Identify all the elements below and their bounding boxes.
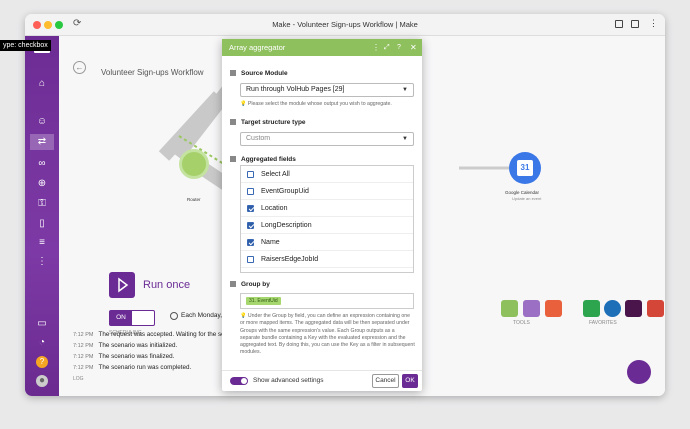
cancel-button[interactable]: Cancel [372, 374, 399, 388]
slack-icon[interactable] [625, 300, 642, 317]
log-label: LOG [73, 376, 84, 382]
more-icon[interactable]: ⋮ [36, 256, 48, 268]
lightbulb-icon: 💡 [240, 313, 247, 319]
log-row: 7:12 PM The request was accepted. Waiting… [73, 331, 236, 338]
team-icon[interactable]: ☺ [36, 116, 48, 128]
docs-icon[interactable]: ▭ [36, 318, 48, 330]
keys-icon[interactable]: ⚿ [36, 198, 48, 210]
checkbox-long-description[interactable] [247, 222, 254, 229]
group-by-label: Group by [230, 281, 270, 288]
title-bar: ⟳ Make - Volunteer Sign-ups Workflow | M… [25, 14, 665, 36]
text-parser-icon[interactable] [545, 300, 562, 317]
field-checkbox-row[interactable]: Name [241, 234, 413, 251]
chevron-down-icon: ▼ [402, 136, 408, 142]
favorites-label: FAVORITES [589, 320, 617, 326]
aggregated-fields-list: Select All EventGroupUid Location LongDe… [240, 165, 414, 273]
mapped-item-pill[interactable]: 31. EventUid [246, 297, 281, 305]
field-checkbox-row[interactable]: Select All [241, 166, 413, 183]
devices-icon[interactable]: ▯ [36, 218, 48, 230]
target-structure-label: Target structure type [230, 119, 306, 126]
more-menu-icon[interactable]: ⋮ [649, 18, 658, 29]
panel-more-icon[interactable]: ⋮ [372, 39, 380, 56]
log-panel: 7:12 PM The request was accepted. Waiting… [73, 329, 243, 382]
google-calendar-label: Google Calendar [505, 190, 540, 195]
router-node[interactable] [179, 149, 209, 179]
panel-close-icon[interactable]: ✕ [410, 39, 417, 56]
field-type-tooltip: ype: checkbox [0, 40, 51, 51]
ok-button[interactable]: OK [402, 374, 418, 388]
target-structure-select[interactable]: Custom ▼ [240, 132, 414, 146]
chat-help-button[interactable] [627, 360, 651, 384]
scenarios-icon[interactable]: ⇄ [30, 134, 54, 150]
checkbox-raisers-edge-job-id[interactable] [247, 256, 254, 263]
log-row: 7:12 PM The scenario was finalized. [73, 353, 175, 360]
field-checkbox-row[interactable]: RaisersEdgeJobId [241, 251, 413, 268]
field-checkbox-row[interactable]: EventGroupUid [241, 183, 413, 200]
connections-icon[interactable]: ∞ [36, 158, 48, 170]
advanced-settings-toggle[interactable] [230, 377, 248, 385]
avatar[interactable]: ● [36, 375, 48, 387]
help-icon[interactable]: ? [36, 356, 48, 368]
play-icon [118, 277, 129, 293]
panel-help-icon[interactable]: ? [397, 39, 401, 56]
field-checkbox-row[interactable]: Location [241, 200, 413, 217]
toggle-on-label: ON [110, 311, 132, 325]
window-title: Make - Volunteer Sign-ups Workflow | Mak… [272, 20, 418, 29]
volhub-icon[interactable] [604, 300, 621, 317]
home-icon[interactable]: ⌂ [36, 78, 48, 90]
gmail-icon[interactable] [647, 300, 664, 317]
group-by-hint: 💡 Under the Group by field, you can defi… [240, 313, 415, 356]
array-aggregator-panel: Array aggregator ⋮ ⤢ ? ✕ Source Module R… [222, 39, 422, 391]
group-by-input[interactable]: 31. EventUid [240, 293, 414, 309]
tools-label: TOOLS [513, 320, 530, 326]
data-stores-icon[interactable]: ≡ [36, 237, 48, 249]
google-calendar-node[interactable]: 31 [509, 152, 541, 184]
checkbox-location[interactable] [247, 205, 254, 212]
run-once-label: Run once [143, 279, 191, 291]
checkbox-select-all[interactable] [247, 171, 254, 178]
notifications-icon[interactable]: ◔ [36, 337, 48, 349]
google-sheets-icon[interactable] [583, 300, 600, 317]
source-module-label: Source Module [230, 70, 288, 77]
panel-title: Array aggregator [229, 43, 286, 52]
google-calendar-sublabel: Update an event [512, 196, 542, 201]
panel-expand-icon[interactable]: ⤢ [384, 39, 390, 56]
app-sidebar: ⌂ ☺ ⇄ ∞ ⊕ ⚿ ▯ ≡ ⋮ ▭ ◔ ? ● [25, 36, 59, 396]
window-layout-icon[interactable] [631, 20, 639, 28]
log-row: 7:12 PM The scenario was initialized. [73, 342, 178, 349]
source-module-hint: 💡 Please select the module whose output … [240, 101, 392, 107]
checkbox-event-group-uid[interactable] [247, 188, 254, 195]
panel-header: Array aggregator ⋮ ⤢ ? ✕ [222, 39, 422, 56]
source-module-select[interactable]: Run through VolHub Pages [29] ▼ [240, 83, 414, 97]
cast-icon[interactable] [615, 20, 623, 28]
chevron-down-icon: ▼ [402, 87, 408, 93]
panel-footer: Show advanced settings Cancel OK [222, 370, 422, 391]
checkbox-name[interactable] [247, 239, 254, 246]
tools-gear-icon[interactable] [501, 300, 518, 317]
webhooks-icon[interactable]: ⊕ [36, 178, 48, 190]
clock-icon [170, 312, 178, 320]
aggregated-fields-label: Aggregated fields [230, 156, 296, 163]
field-checkbox-row[interactable]: LongDescription [241, 217, 413, 234]
router-label: Router [187, 197, 201, 202]
run-once-button[interactable] [109, 272, 135, 298]
calendar-icon: 31 [517, 160, 533, 176]
advanced-settings-label: Show advanced settings [253, 377, 324, 384]
log-row: 7:12 PM The scenario run was completed. [73, 364, 192, 371]
lightbulb-icon: 💡 [240, 101, 247, 107]
scheduling-toggle[interactable]: ON [109, 310, 155, 326]
flow-control-icon[interactable] [523, 300, 540, 317]
